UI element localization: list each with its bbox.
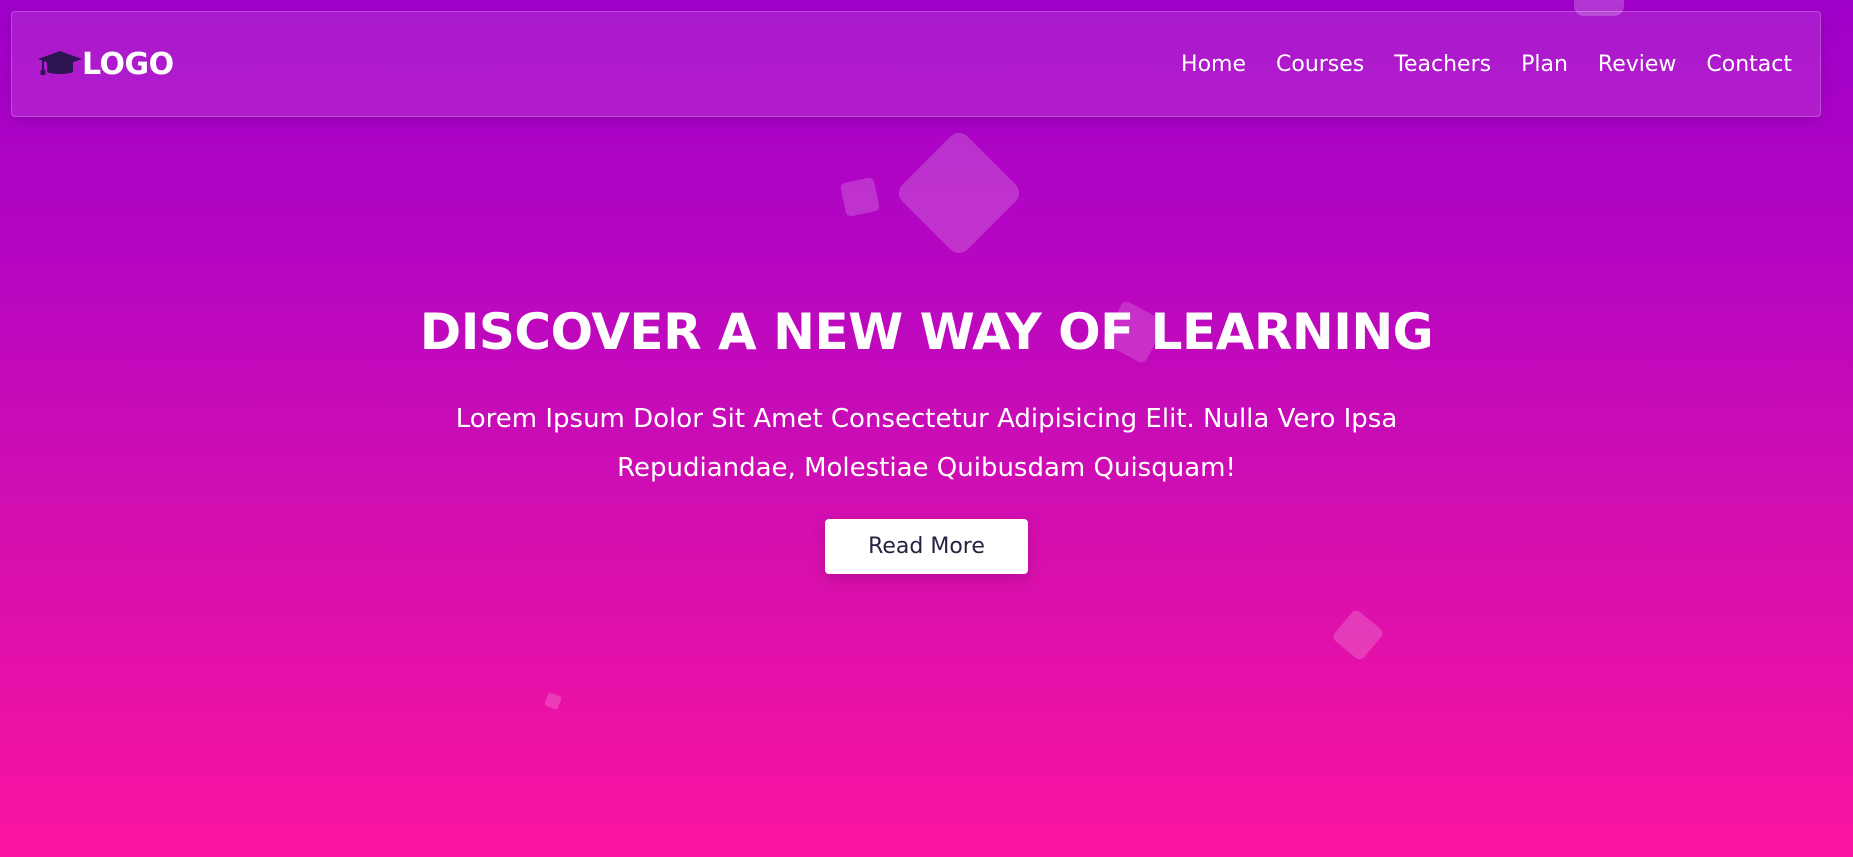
logo-link[interactable]: LOGO: [38, 47, 174, 82]
nav-link-plan[interactable]: Plan: [1521, 52, 1568, 77]
hero-description: Lorem Ipsum Dolor Sit Amet Consectetur A…: [455, 404, 1398, 483]
nav-link-teachers[interactable]: Teachers: [1394, 52, 1491, 77]
graduation-cap-icon: [38, 49, 82, 79]
nav-link-review[interactable]: Review: [1598, 52, 1677, 77]
logo-text: LOGO: [82, 46, 174, 82]
hero-title: DISCOVER A NEW WAY OF LEARNING: [419, 303, 1434, 361]
main-nav: Home Courses Teachers Plan Review Contac…: [1151, 52, 1792, 77]
decorative-square-medium: [1331, 608, 1385, 662]
nav-link-courses[interactable]: Courses: [1276, 52, 1364, 77]
decorative-square-small: [839, 176, 881, 218]
site-header: LOGO Home Courses Teachers Plan Review C…: [11, 11, 1821, 117]
decorative-square-tiny: [544, 692, 562, 710]
decorative-square-large: [893, 127, 1025, 259]
nav-link-contact[interactable]: Contact: [1706, 52, 1792, 77]
nav-link-home[interactable]: Home: [1181, 52, 1246, 77]
read-more-button[interactable]: Read More: [825, 519, 1028, 574]
hero-section: DISCOVER A NEW WAY OF LEARNING Lorem Ips…: [0, 300, 1853, 574]
